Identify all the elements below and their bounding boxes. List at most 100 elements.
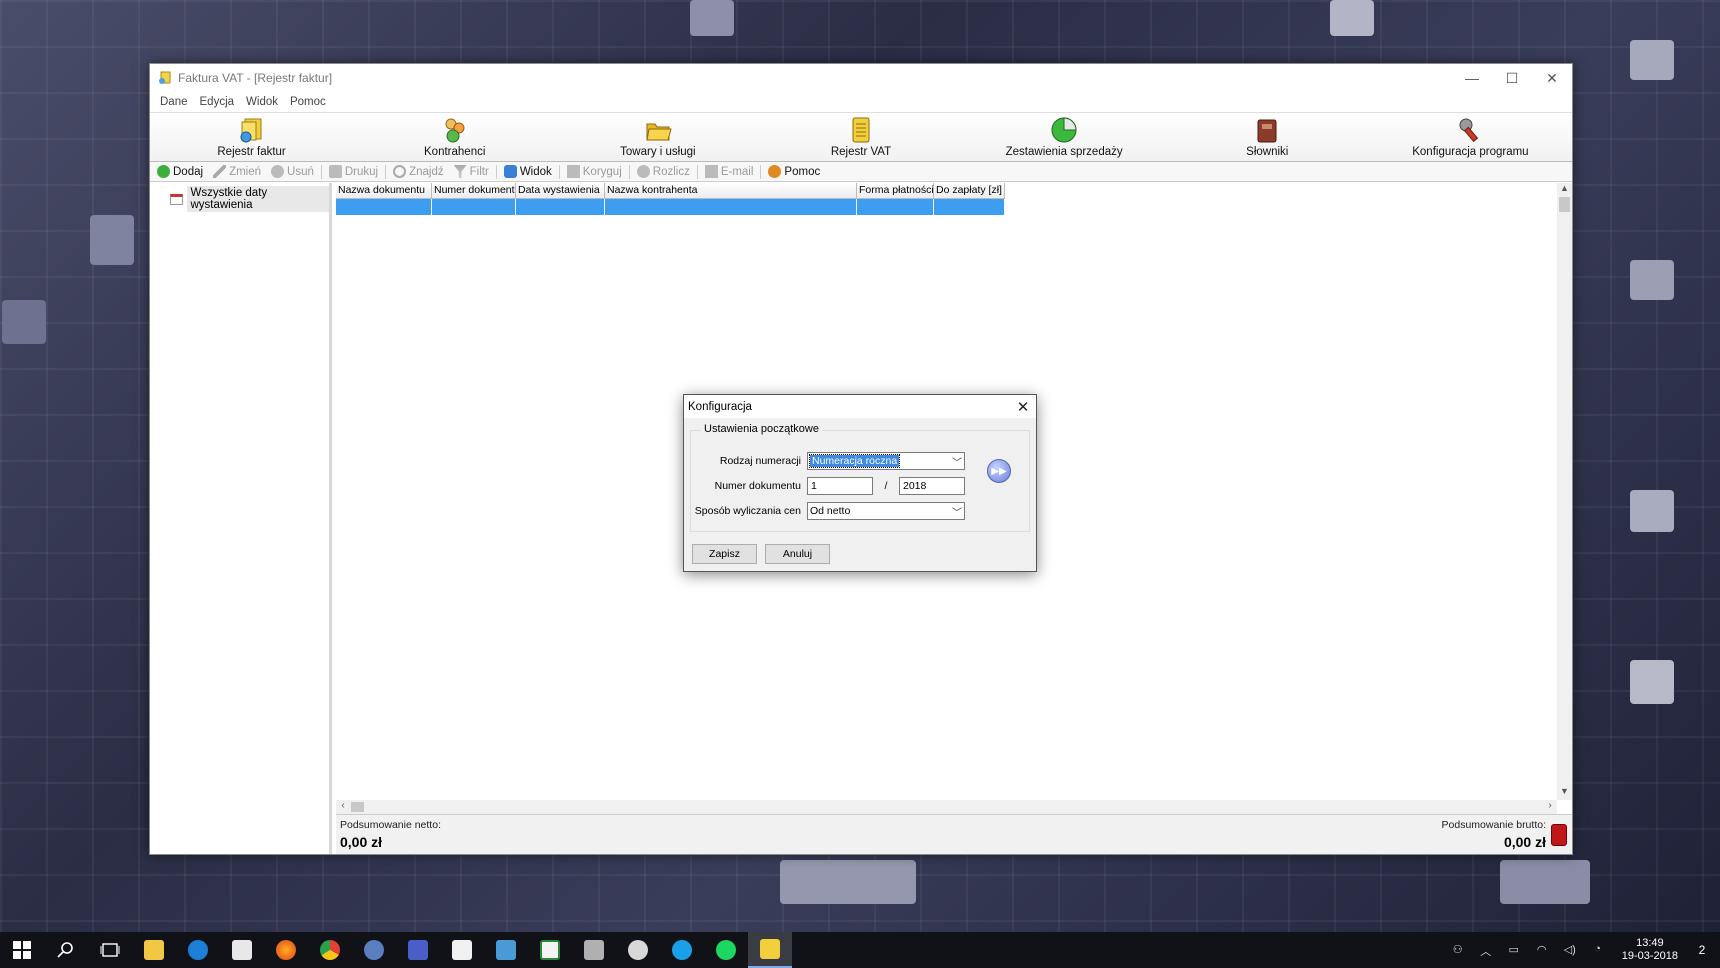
numbering-value: Numeracja roczna xyxy=(808,454,901,468)
maximize-button[interactable]: ☐ xyxy=(1492,64,1532,92)
taskbar-thunderbird[interactable] xyxy=(352,932,396,968)
doc-year-input[interactable]: 2018 xyxy=(899,477,965,495)
wallpaper-tile xyxy=(90,215,134,265)
taskbar-file-explorer[interactable] xyxy=(132,932,176,968)
separator-slash: / xyxy=(884,480,888,492)
volume-icon[interactable]: ◁) xyxy=(1562,943,1578,957)
widok-button[interactable]: Widok xyxy=(499,165,557,178)
taskbar-s-app[interactable] xyxy=(528,932,572,968)
column-nazwa-kontrahenta[interactable]: Nazwa kontrahenta xyxy=(605,183,857,199)
floppy-disk-icon xyxy=(408,940,428,960)
cancel-button[interactable]: Anuluj xyxy=(765,544,830,564)
tree-item-all-dates[interactable]: Wszystkie daty wystawienia xyxy=(150,183,329,212)
dodaj-button[interactable]: Dodaj xyxy=(152,165,208,178)
help-icon xyxy=(768,165,782,178)
email-button[interactable]: E-mail xyxy=(700,165,759,178)
rozlicz-button[interactable]: Rozlicz xyxy=(632,165,695,178)
people-icon[interactable]: ⚇ xyxy=(1450,943,1466,957)
start-button[interactable] xyxy=(0,932,44,968)
filtr-button[interactable]: Filtr xyxy=(449,165,494,178)
column-data-wystawienia[interactable]: Data wystawienia xyxy=(516,183,605,199)
toolbar-slowniki[interactable]: Słowniki xyxy=(1166,116,1369,161)
table-row-selected[interactable] xyxy=(336,199,1572,215)
taskbar-edge[interactable] xyxy=(176,932,220,968)
koryguj-button[interactable]: Koryguj xyxy=(562,165,627,178)
scroll-thumb[interactable] xyxy=(351,802,364,812)
close-button[interactable]: ✕ xyxy=(1532,64,1572,92)
scroll-left-icon[interactable]: ‹ xyxy=(336,800,350,811)
dialog-title-bar[interactable]: Konfiguracja ✕ xyxy=(684,395,1036,418)
vertical-scrollbar[interactable]: ▲ ▼ xyxy=(1557,183,1572,800)
menu-dane[interactable]: Dane xyxy=(154,96,194,108)
taskbar-chrome[interactable] xyxy=(308,932,352,968)
toolbar-rejestr-faktur[interactable]: Rejestr faktur xyxy=(150,116,353,161)
numbering-select[interactable]: Numeracja roczna ﹀ xyxy=(807,452,965,470)
folder-icon xyxy=(144,940,164,960)
taskbar-utility[interactable] xyxy=(616,932,660,968)
column-forma-platnosci[interactable]: Forma płatności xyxy=(857,183,934,199)
chevron-up-icon[interactable]: ︿ xyxy=(1478,943,1494,958)
toolbar-konfiguracja-programu[interactable]: Konfiguracja programu xyxy=(1369,116,1572,161)
notification-center-icon[interactable]: 2 xyxy=(1688,943,1716,957)
taskbar-spotify[interactable] xyxy=(704,932,748,968)
wallpaper-tile xyxy=(1630,660,1674,704)
zmien-button[interactable]: Zmień xyxy=(208,165,266,178)
horizontal-scrollbar[interactable]: ‹ › xyxy=(336,800,1557,814)
taskbar-app-window[interactable] xyxy=(484,932,528,968)
taskbar-save-app[interactable] xyxy=(396,932,440,968)
column-nazwa-dokumentu[interactable]: Nazwa dokumentu xyxy=(336,183,432,199)
minimize-button[interactable]: — xyxy=(1452,64,1492,92)
taskbar: ⚇ ︿ ▭ ◠ ◁) ◔ 13:49 19-03-2018 2 xyxy=(0,932,1720,968)
sync-warning-icon[interactable]: ◔ xyxy=(1590,943,1606,957)
price-method-select[interactable]: Od netto ﹀ xyxy=(807,502,965,520)
toolbar-zestawienia-sprzedazy[interactable]: Zestawienia sprzedaży xyxy=(963,116,1166,161)
title-bar[interactable]: Faktura VAT - [Rejestr faktur] — ☐ ✕ xyxy=(150,64,1572,92)
wifi-icon[interactable]: ◠ xyxy=(1534,943,1550,957)
save-button[interactable]: Zapisz xyxy=(692,544,757,564)
taskbar-store[interactable] xyxy=(220,932,264,968)
calculator-icon[interactable] xyxy=(1551,824,1567,846)
toolbar-rejestr-vat[interactable]: Rejestr VAT xyxy=(759,116,962,161)
scroll-thumb[interactable] xyxy=(1559,197,1570,212)
taskbar-tools[interactable] xyxy=(572,932,616,968)
gross-summary-value: 0,00 zł xyxy=(1503,834,1546,850)
taskbar-firefox[interactable] xyxy=(264,932,308,968)
scroll-down-icon[interactable]: ▼ xyxy=(1557,786,1572,800)
znajdz-button[interactable]: Znajdź xyxy=(388,165,449,178)
pomoc-button[interactable]: Pomoc xyxy=(763,165,825,178)
search-icon xyxy=(57,942,73,958)
table-cell xyxy=(336,199,432,215)
usun-button[interactable]: Usuń xyxy=(266,165,319,178)
scroll-up-icon[interactable]: ▲ xyxy=(1557,183,1572,197)
grid-header: Nazwa dokumentu Numer dokumentu Data wys… xyxy=(336,183,1572,199)
taskbar-paint[interactable] xyxy=(440,932,484,968)
column-do-zaplaty[interactable]: Do zapłaty [zł] xyxy=(934,183,1005,199)
dialog-close-icon[interactable]: ✕ xyxy=(1010,398,1036,416)
initial-settings-group: Ustawienia początkowe Rodzaj numeracji N… xyxy=(690,423,1030,532)
drukuj-button[interactable]: Drukuj xyxy=(324,165,383,178)
printer-icon xyxy=(328,165,342,178)
toolbar-kontrahenci[interactable]: Kontrahenci xyxy=(353,116,556,161)
wallpaper-tile xyxy=(780,860,916,904)
menu-edycja[interactable]: Edycja xyxy=(194,96,241,108)
search-button[interactable] xyxy=(44,932,88,968)
menu-widok[interactable]: Widok xyxy=(240,96,284,108)
task-view-button[interactable] xyxy=(88,932,132,968)
table-cell xyxy=(516,199,605,215)
taskbar-faktura-vat[interactable] xyxy=(748,932,792,968)
doc-number-input[interactable]: 1 xyxy=(807,477,873,495)
store-bag-icon xyxy=(232,940,252,960)
fast-forward-button[interactable]: ▶▶ xyxy=(987,459,1011,483)
column-numer-dokumentu[interactable]: Numer dokumentu xyxy=(432,183,516,199)
main-toolbar: Rejestr faktur Kontrahenci Towary i usłu… xyxy=(150,112,1572,162)
scroll-right-icon[interactable]: › xyxy=(1543,800,1557,811)
battery-icon[interactable]: ▭ xyxy=(1506,943,1522,957)
toolbar-separator xyxy=(760,164,762,179)
toolbar-separator xyxy=(696,164,698,179)
menu-pomoc[interactable]: Pomoc xyxy=(284,96,332,108)
toolbar-towary-i-uslugi[interactable]: Towary i usługi xyxy=(556,116,759,161)
net-summary-value: 0,00 zł xyxy=(340,834,383,850)
correct-document-icon xyxy=(566,165,580,178)
clock[interactable]: 13:49 19-03-2018 xyxy=(1622,937,1678,963)
taskbar-skype[interactable] xyxy=(660,932,704,968)
